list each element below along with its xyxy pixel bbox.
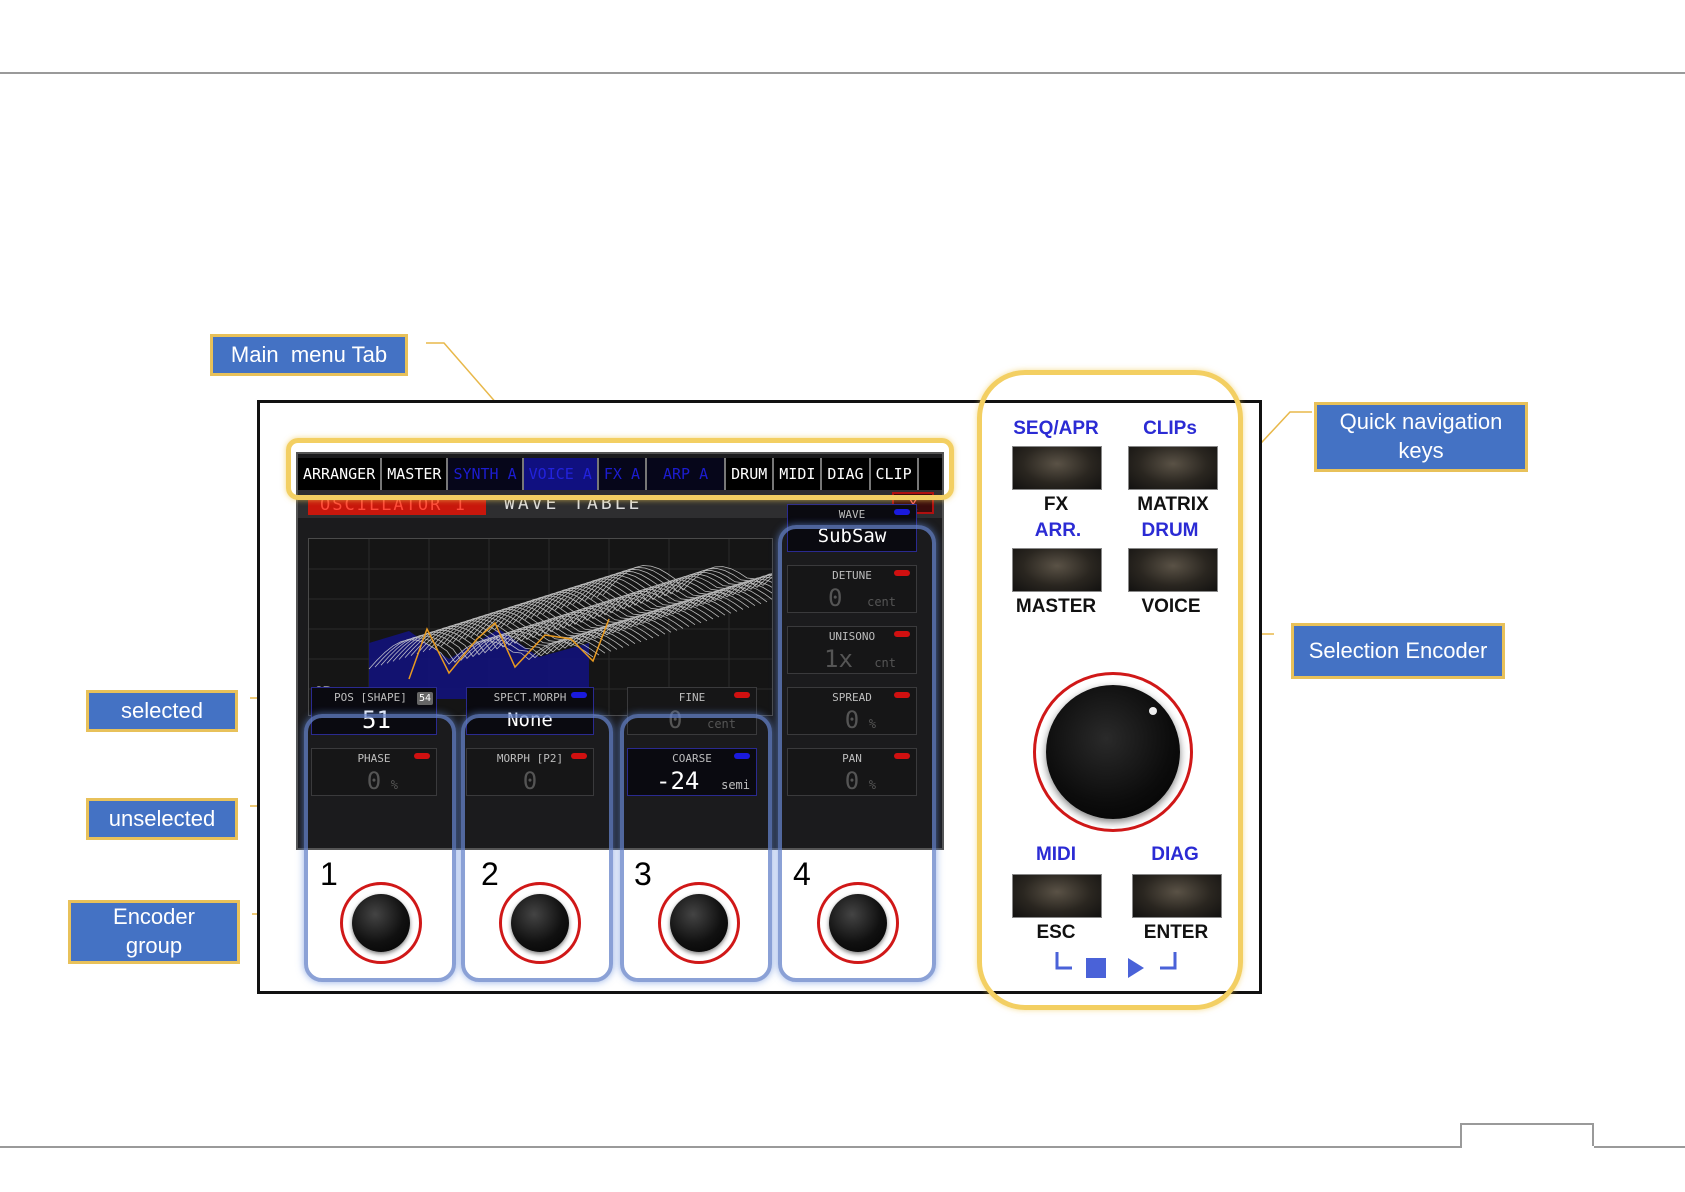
encoder-knob-1[interactable]: [340, 882, 422, 964]
callout-selected: selected: [86, 690, 238, 732]
nav-key-diag-enter[interactable]: [1132, 874, 1222, 918]
nav-key-midi-esc[interactable]: [1012, 874, 1102, 918]
callout-selection-encoder: Selection Encoder: [1291, 623, 1505, 679]
nav-key-clips-label: CLIPs: [1143, 418, 1197, 439]
main-menu-tab-highlight: [286, 438, 954, 500]
callout-quick-navigation-keys: Quick navigation keys: [1314, 402, 1528, 472]
encoder-knob-4[interactable]: [817, 882, 899, 964]
callout-main-menu-tab: Main menu Tab: [210, 334, 408, 376]
stop-icon: [1086, 958, 1106, 978]
callout-unselected-text: unselected: [108, 805, 216, 831]
nav-key-clips-matrix[interactable]: [1128, 446, 1218, 490]
nav-key-arr-master[interactable]: [1012, 548, 1102, 592]
callout-quick-nav-line2: keys: [1398, 438, 1444, 463]
selection-encoder-knob[interactable]: [1033, 672, 1193, 832]
callout-unselected: unselected: [86, 798, 238, 840]
callout-main-menu-tab-text: Main menu Tab: [230, 341, 388, 367]
bracket-right-icon: [1160, 952, 1177, 970]
encoder-number-4: 4: [793, 856, 811, 892]
callout-quick-nav-line1: Quick navigation: [1339, 409, 1503, 435]
encoder-number-2: 2: [481, 856, 499, 892]
selection-encoder-indicator: [1149, 707, 1157, 715]
callout-selection-encoder-text: Selection Encoder: [1308, 637, 1488, 663]
nav-key-seq-apr-fx[interactable]: [1012, 446, 1102, 490]
nav-key-esc-label: ESC: [1036, 922, 1076, 943]
encoder-number-1: 1: [320, 856, 338, 892]
callout-encoder-group-line2: group: [125, 933, 183, 958]
nav-key-drum-label: DRUM: [1141, 520, 1199, 541]
nav-key-drum-voice[interactable]: [1128, 548, 1218, 592]
nav-key-voice-label: VOICE: [1141, 596, 1201, 617]
param-pos-badge: 54: [417, 692, 433, 705]
callout-encoder-group: Encoder group: [68, 900, 240, 964]
bracket-left-icon: [1055, 952, 1072, 970]
encoder-knob-3[interactable]: [658, 882, 740, 964]
play-icon: [1128, 958, 1144, 978]
callout-selected-text: selected: [121, 697, 203, 723]
param-spect-morph-led: [571, 692, 587, 698]
encoder-number-3: 3: [634, 856, 652, 892]
param-wave-led: [894, 509, 910, 515]
callout-encoder-group-line1: Encoder: [113, 904, 195, 930]
nav-key-enter-label: ENTER: [1143, 922, 1209, 943]
nav-key-matrix-label: MATRIX: [1137, 494, 1209, 515]
selection-encoder-cap: [1046, 685, 1180, 819]
nav-key-diag-label: DIAG: [1151, 844, 1199, 865]
param-fine-led: [734, 692, 750, 698]
encoder-knob-2[interactable]: [499, 882, 581, 964]
